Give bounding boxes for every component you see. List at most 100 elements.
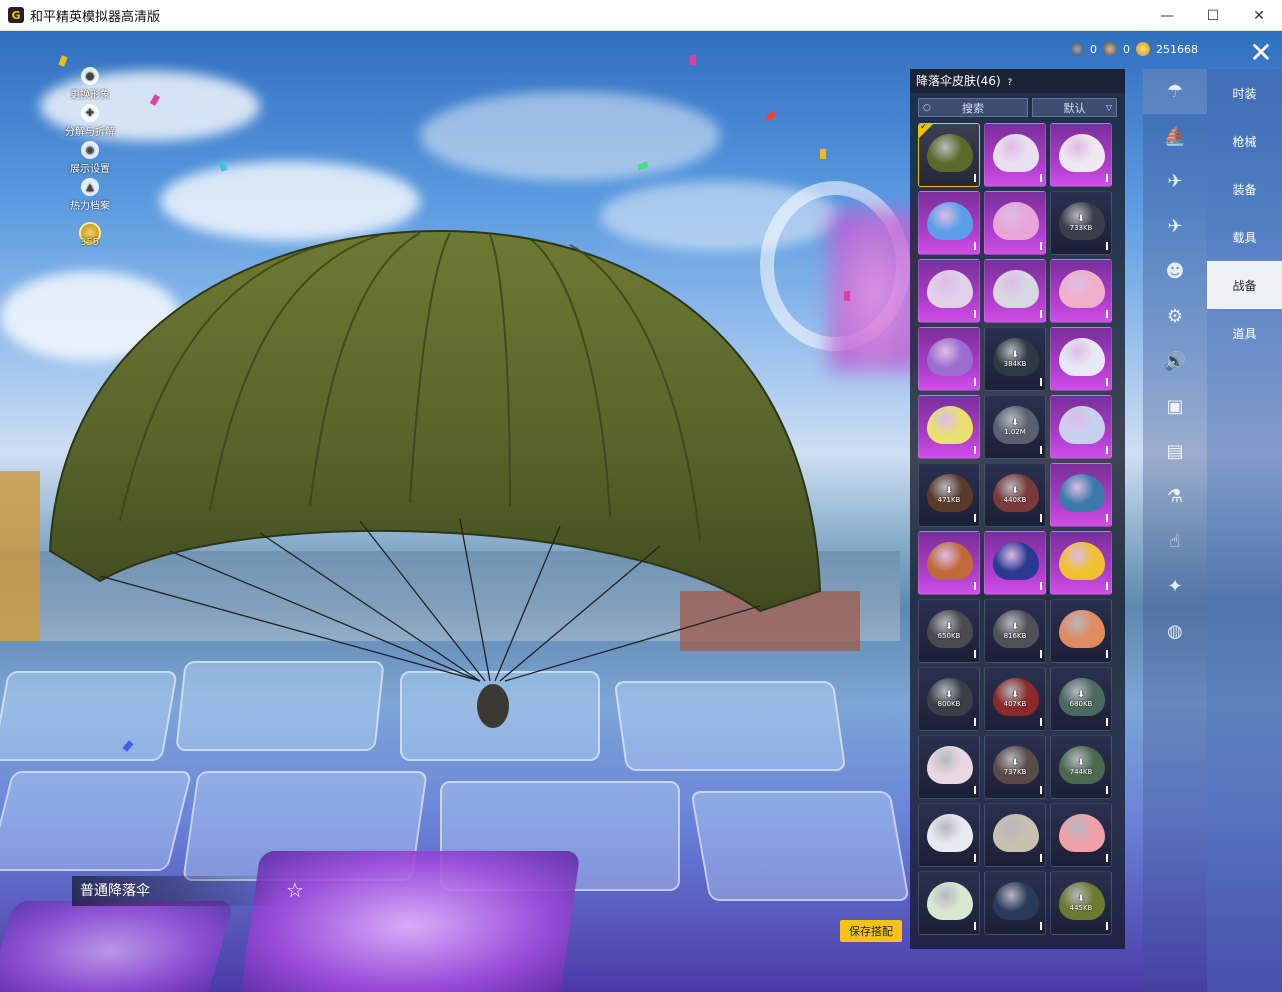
download-size: ⬇ 816KB bbox=[985, 622, 1045, 640]
parachute-thumbnail bbox=[927, 202, 973, 240]
skin-item[interactable] bbox=[1050, 123, 1112, 187]
skin-item[interactable] bbox=[984, 123, 1046, 187]
skin-item[interactable] bbox=[1050, 259, 1112, 323]
download-icon: ⬇ bbox=[1011, 418, 1019, 428]
item-marker bbox=[1106, 242, 1108, 250]
spray-icon[interactable]: ⚗ bbox=[1143, 474, 1207, 519]
app-icon: G bbox=[8, 7, 24, 23]
category-tab[interactable]: 战备 bbox=[1207, 261, 1282, 309]
menu-heat-archive[interactable]: ▲ 热力档案 bbox=[58, 178, 122, 215]
category-tab[interactable]: 载具 bbox=[1207, 213, 1282, 261]
download-size-text: 800KB bbox=[937, 700, 961, 708]
skin-item[interactable] bbox=[1050, 395, 1112, 459]
skin-item[interactable] bbox=[918, 191, 980, 255]
robot-icon[interactable]: ⚙ bbox=[1143, 294, 1207, 339]
menu-change-appearance[interactable]: ● 更换形象 bbox=[58, 67, 122, 104]
category-tab[interactable]: 时装 bbox=[1207, 69, 1282, 117]
skin-item[interactable] bbox=[984, 871, 1046, 935]
download-icon: ⬇ bbox=[945, 690, 953, 700]
skin-item[interactable] bbox=[1050, 531, 1112, 595]
download-icon: ⬇ bbox=[1011, 350, 1019, 360]
close-window-button[interactable]: ✕ bbox=[1236, 0, 1282, 31]
download-size-text: 471KB bbox=[937, 496, 961, 504]
plane-icon[interactable]: ✈ bbox=[1143, 159, 1207, 204]
parachute-thumbnail bbox=[927, 406, 973, 444]
menu-display-settings[interactable]: ◉ 展示设置 bbox=[58, 141, 122, 178]
item-marker bbox=[1040, 582, 1042, 590]
skin-item[interactable] bbox=[918, 531, 980, 595]
download-icon: ⬇ bbox=[945, 486, 953, 496]
skin-item[interactable] bbox=[1050, 327, 1112, 391]
item-marker bbox=[1106, 854, 1108, 862]
item-marker bbox=[974, 174, 976, 182]
skin-item[interactable]: ⬇ 737KB bbox=[984, 735, 1046, 799]
skin-item[interactable] bbox=[1050, 803, 1112, 867]
download-size: ⬇ 650KB bbox=[919, 622, 979, 640]
skin-item[interactable] bbox=[918, 871, 980, 935]
menu-dismantle[interactable]: ✚ 分解与拆解 bbox=[58, 104, 122, 141]
skin-item[interactable]: ✓ bbox=[918, 123, 980, 187]
skin-item[interactable]: ⬇ 680KB bbox=[1050, 667, 1112, 731]
photo-icon[interactable]: ▤ bbox=[1143, 429, 1207, 474]
game-viewport[interactable]: ● 更换形象 ✚ 分解与拆解 ◉ 展示设置 ▲ 热力档案 355 0 0 251… bbox=[0, 31, 1282, 992]
skin-panel: 降落伞皮肤(46) ? ○ 搜索 默认 ▽ ✓ ⬇ 733KB ⬇ 384KB ⬇ 1.02… bbox=[910, 69, 1125, 949]
jet-icon[interactable]: ✈ bbox=[1143, 204, 1207, 249]
parachute-thumbnail bbox=[1059, 542, 1105, 580]
skin-item[interactable]: ⬇ 440KB bbox=[984, 463, 1046, 527]
item-marker bbox=[974, 446, 976, 454]
skin-item[interactable]: ⬇ 650KB bbox=[918, 599, 980, 663]
companion-icon[interactable]: ▣ bbox=[1143, 384, 1207, 429]
category-tab[interactable]: 枪械 bbox=[1207, 117, 1282, 165]
download-size-text: 680KB bbox=[1069, 700, 1093, 708]
skin-item[interactable] bbox=[918, 395, 980, 459]
close-icon[interactable]: ✕ bbox=[1246, 39, 1276, 69]
search-icon: ○ bbox=[923, 102, 931, 113]
help-icon[interactable]: ? bbox=[1007, 78, 1012, 88]
favorite-star-icon[interactable]: ☆ bbox=[286, 878, 304, 902]
emote-icon[interactable]: ☻ bbox=[1143, 249, 1207, 294]
boat-icon[interactable]: ⛵ bbox=[1143, 114, 1207, 159]
skin-item[interactable] bbox=[918, 327, 980, 391]
hand-icon[interactable]: ☝ bbox=[1143, 519, 1207, 564]
skin-item[interactable]: ⬇ 1.02M bbox=[984, 395, 1046, 459]
parachute-thumbnail bbox=[993, 202, 1039, 240]
skin-item[interactable] bbox=[918, 803, 980, 867]
sort-dropdown[interactable]: 默认 ▽ bbox=[1031, 98, 1117, 117]
skin-item[interactable] bbox=[918, 259, 980, 323]
skin-item[interactable]: ⬇ 445KB bbox=[1050, 871, 1112, 935]
skin-item[interactable]: ⬇ 471KB bbox=[918, 463, 980, 527]
skin-item[interactable] bbox=[984, 531, 1046, 595]
search-input[interactable]: ○ 搜索 bbox=[918, 98, 1028, 117]
skin-item[interactable]: ⬇ 733KB bbox=[1050, 191, 1112, 255]
parachute-thumbnail bbox=[927, 882, 973, 920]
minimize-button[interactable]: — bbox=[1144, 0, 1190, 31]
save-outfit-button[interactable]: 保存搭配 bbox=[840, 920, 902, 942]
item-marker bbox=[974, 854, 976, 862]
category-tab[interactable]: 道具 bbox=[1207, 309, 1282, 357]
skin-item[interactable]: ⬇ 816KB bbox=[984, 599, 1046, 663]
skin-item[interactable] bbox=[984, 259, 1046, 323]
parachute-thumbnail bbox=[1059, 814, 1105, 852]
download-size: ⬇ 384KB bbox=[985, 350, 1045, 368]
download-icon: ⬇ bbox=[1077, 690, 1085, 700]
skin-item[interactable] bbox=[1050, 463, 1112, 527]
skin-item[interactable]: ⬇ 384KB bbox=[984, 327, 1046, 391]
download-size: ⬇ 407KB bbox=[985, 690, 1045, 708]
gadget-icon[interactable]: ◍ bbox=[1143, 609, 1207, 654]
parachute-icon[interactable]: ☂ bbox=[1143, 69, 1207, 114]
wand-icon[interactable]: ✦ bbox=[1143, 564, 1207, 609]
skin-item[interactable]: ⬇ 407KB bbox=[984, 667, 1046, 731]
download-size-text: 744KB bbox=[1069, 768, 1093, 776]
category-tab[interactable]: 装备 bbox=[1207, 165, 1282, 213]
parachute-thumbnail bbox=[927, 814, 973, 852]
maximize-button[interactable]: ☐ bbox=[1190, 0, 1236, 31]
skin-item[interactable] bbox=[984, 191, 1046, 255]
skin-item[interactable] bbox=[1050, 599, 1112, 663]
skin-item[interactable] bbox=[918, 735, 980, 799]
menu-label: 分解与拆解 bbox=[65, 127, 115, 138]
skin-item[interactable]: ⬇ 800KB bbox=[918, 667, 980, 731]
skin-item[interactable]: ⬇ 744KB bbox=[1050, 735, 1112, 799]
skin-item[interactable] bbox=[984, 803, 1046, 867]
parachute-thumbnail bbox=[993, 882, 1039, 920]
speaker-icon[interactable]: 🔊 bbox=[1143, 339, 1207, 384]
